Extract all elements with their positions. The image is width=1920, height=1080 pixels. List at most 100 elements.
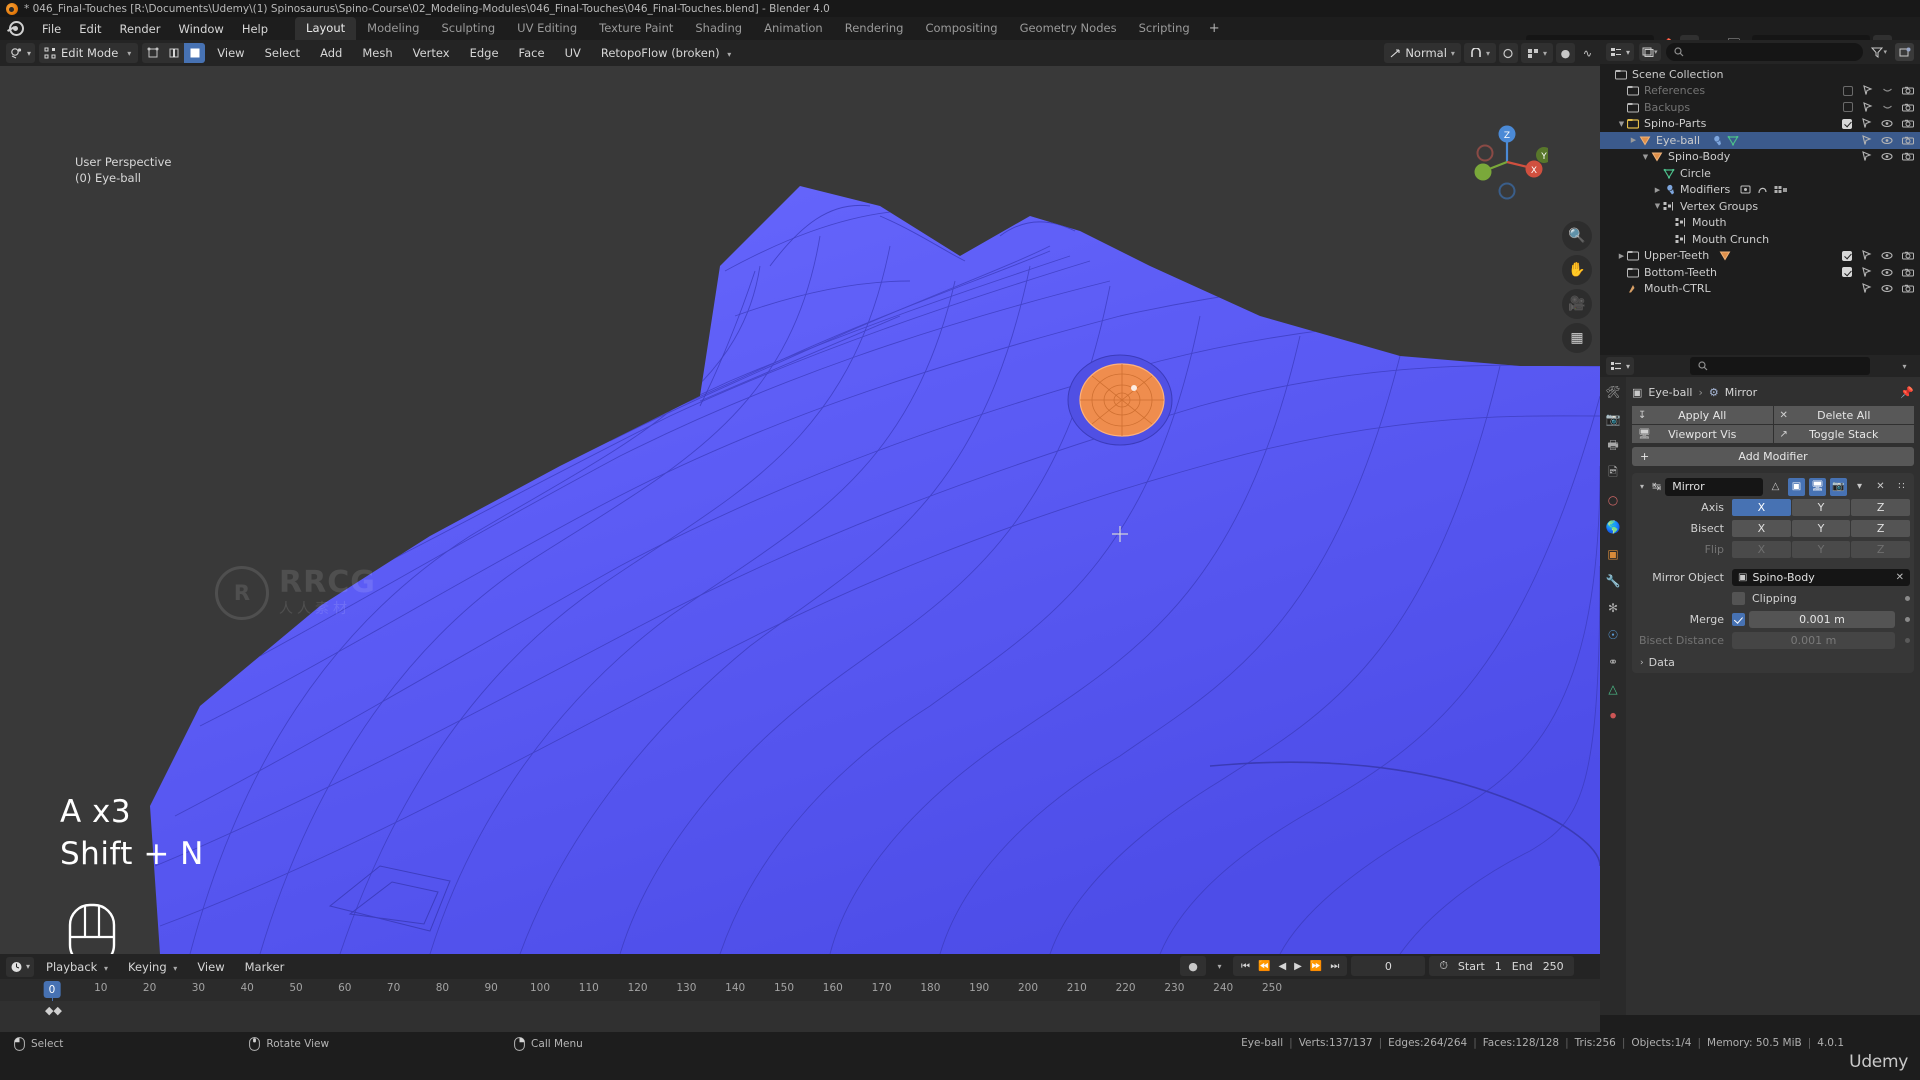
delete-all-button[interactable]: ✕ Delete All (1773, 406, 1914, 424)
outliner-exclude-checkbox[interactable] (1842, 267, 1852, 278)
outliner-exclude-checkbox[interactable] (1843, 85, 1853, 96)
outliner-row-modifiers[interactable]: ▶ Modifiers (1600, 182, 1920, 199)
timeline-menu-marker[interactable]: Marker (237, 958, 293, 976)
disable-in-renders-icon[interactable] (1902, 118, 1914, 129)
tab-modifiers[interactable]: 🔧 (1604, 572, 1622, 590)
chevron-right-icon[interactable]: ▶ (1628, 136, 1639, 144)
selectable-icon[interactable] (1861, 283, 1872, 294)
tab-tool[interactable]: 🛠 (1604, 383, 1622, 401)
falloff-curve-icon[interactable]: ∿ (1578, 43, 1597, 63)
zoom-icon[interactable]: 🔍 (1562, 221, 1592, 251)
outliner-exclude-checkbox[interactable] (1842, 250, 1852, 261)
viewport-menu-add[interactable]: Add (312, 44, 350, 62)
disable-in-renders-icon[interactable] (1902, 283, 1914, 294)
disable-in-renders-icon[interactable] (1902, 151, 1914, 162)
mesh-data-icon[interactable] (1727, 135, 1739, 146)
camera-view-icon[interactable]: 🎥 (1562, 289, 1592, 319)
apply-all-button[interactable]: ↧ Apply All (1632, 406, 1773, 424)
add-workspace-button[interactable]: + (1201, 18, 1228, 40)
tab-world[interactable]: 🌎 (1604, 518, 1622, 536)
realtime-display-icon[interactable]: 🖥 (1809, 477, 1826, 496)
tab-layout[interactable]: Layout (295, 17, 357, 40)
jump-start-button[interactable]: ⏮ (1241, 961, 1250, 972)
selectable-icon[interactable] (1862, 85, 1873, 96)
breadcrumb-object[interactable]: Eye-ball (1648, 386, 1692, 399)
hide-in-viewport-icon[interactable] (1881, 135, 1893, 146)
outliner-row-scene-collection[interactable]: Scene Collection (1600, 66, 1920, 83)
viewport-menu-view[interactable]: View (209, 44, 252, 62)
pan-hand-icon[interactable]: ✋ (1562, 255, 1592, 285)
outliner-row-mouth-ctrl[interactable]: Mouth-CTRL (1600, 281, 1920, 298)
tab-modeling[interactable]: Modeling (356, 17, 430, 40)
timeline-playhead[interactable]: 0 (43, 981, 61, 998)
tab-material[interactable]: ⚫ (1604, 707, 1622, 725)
merge-animate-dot[interactable] (1905, 617, 1910, 622)
play-button[interactable]: ▶ (1294, 961, 1302, 972)
play-reverse-button[interactable]: ◀ (1278, 961, 1286, 972)
collapse-icon[interactable] (1882, 102, 1893, 113)
outliner-exclude-checkbox[interactable] (1843, 102, 1853, 113)
edit-mode-display-icon[interactable]: ▣ (1788, 477, 1805, 496)
outliner-row-spino-body[interactable]: ▼ Spino-Body (1600, 149, 1920, 166)
viewport-menu-edge[interactable]: Edge (462, 44, 507, 62)
tab-scene[interactable]: ○ (1604, 491, 1622, 509)
auto-keying-icon[interactable]: ● (1180, 956, 1206, 976)
mirror-icon[interactable] (1740, 184, 1752, 195)
chevron-down-icon[interactable]: ▼ (1616, 120, 1627, 128)
tab-shading[interactable]: Shading (684, 17, 753, 40)
prev-keyframe-button[interactable]: ⏪ (1258, 961, 1270, 972)
auto-keying-dropdown-icon[interactable]: ▾ (1210, 957, 1229, 976)
menu-window[interactable]: Window (169, 20, 232, 38)
outliner-row-upper-teeth[interactable]: ▶ Upper-Teeth (1600, 248, 1920, 265)
properties-options-icon[interactable]: ▾ (1895, 357, 1914, 376)
tab-rendering[interactable]: Rendering (834, 17, 915, 40)
collapse-icon[interactable] (1882, 85, 1893, 96)
tab-output[interactable]: 🖶 (1604, 437, 1622, 455)
bisect-z-button[interactable]: Z (1851, 520, 1911, 537)
toggle-ortho-icon[interactable]: ▦ (1562, 323, 1592, 353)
viewport-menu-mesh[interactable]: Mesh (354, 44, 400, 62)
hide-in-viewport-icon[interactable] (1881, 118, 1893, 129)
mirror-options-icon[interactable]: ● (1555, 43, 1575, 63)
wrench-icon[interactable] (1710, 135, 1722, 146)
outliner-row-vertex-groups[interactable]: ▼ Vertex Groups (1600, 198, 1920, 215)
chevron-down-icon[interactable]: ▼ (1652, 202, 1663, 210)
add-modifier-button[interactable]: + Add Modifier (1632, 447, 1914, 466)
render-display-icon[interactable]: 📷 (1830, 477, 1847, 496)
outliner-exclude-checkbox[interactable] (1842, 118, 1852, 129)
outliner-search-input[interactable] (1665, 43, 1864, 61)
disable-in-renders-icon[interactable] (1902, 250, 1914, 261)
timeline-track-area[interactable] (0, 1001, 1600, 1032)
axis-y-button[interactable]: Y (1791, 499, 1851, 516)
menu-help[interactable]: Help (233, 20, 277, 38)
3d-viewport[interactable]: User Perspective (0) Eye-ball A x3 Shift… (0, 66, 1600, 954)
menu-edit[interactable]: Edit (70, 20, 110, 38)
vertex-select-icon[interactable] (142, 43, 163, 63)
timeline-marker-icon[interactable]: ◆◆ (45, 1004, 62, 1017)
outliner-row-mouth-crunch[interactable]: Mouth Crunch (1600, 231, 1920, 248)
hide-in-viewport-icon[interactable] (1881, 250, 1893, 261)
viewport-menu-uv[interactable]: UV (557, 44, 589, 62)
hide-in-viewport-icon[interactable] (1881, 267, 1893, 278)
selectable-icon[interactable] (1861, 151, 1872, 162)
tab-particles[interactable]: ✻ (1604, 599, 1622, 617)
editor-type-selector[interactable]: ▾ (6, 43, 36, 63)
navigation-gizmo[interactable]: Z X Y (1466, 121, 1548, 203)
viewport-menu-retopoflow[interactable]: RetopoFlow (broken) ▾ (593, 44, 739, 62)
modifier-name-field[interactable]: Mirror (1665, 477, 1763, 496)
outliner-tree[interactable]: Scene Collection References Backups ▼ Spino-… (1600, 64, 1920, 297)
outliner-display-mode-icon[interactable]: ▾ (1639, 43, 1661, 61)
remove-modifier-icon[interactable]: ✕ (1872, 478, 1889, 496)
mesh-object-icon[interactable] (1719, 250, 1731, 261)
modifier-extras-icon[interactable]: ▾ (1851, 478, 1868, 496)
disable-in-renders-icon[interactable] (1902, 85, 1914, 96)
chevron-right-icon[interactable]: ▶ (1616, 252, 1627, 260)
modifier-drag-handle[interactable]: ∷ (1893, 478, 1910, 496)
jump-end-button[interactable]: ⏭ (1330, 961, 1339, 972)
disable-in-renders-icon[interactable] (1902, 135, 1914, 146)
tab-constraints[interactable]: ⚭ (1604, 653, 1622, 671)
viewport-menu-face[interactable]: Face (511, 44, 553, 62)
timeline-ruler[interactable]: 0 10 20 30 40 50 60 70 80 90 100 110 120 130 140 150 160… (0, 979, 1600, 1011)
viewport-vis-button[interactable]: 🖥 Viewport Vis (1632, 425, 1773, 443)
properties-editor-type-selector[interactable]: ▾ (1606, 357, 1635, 375)
